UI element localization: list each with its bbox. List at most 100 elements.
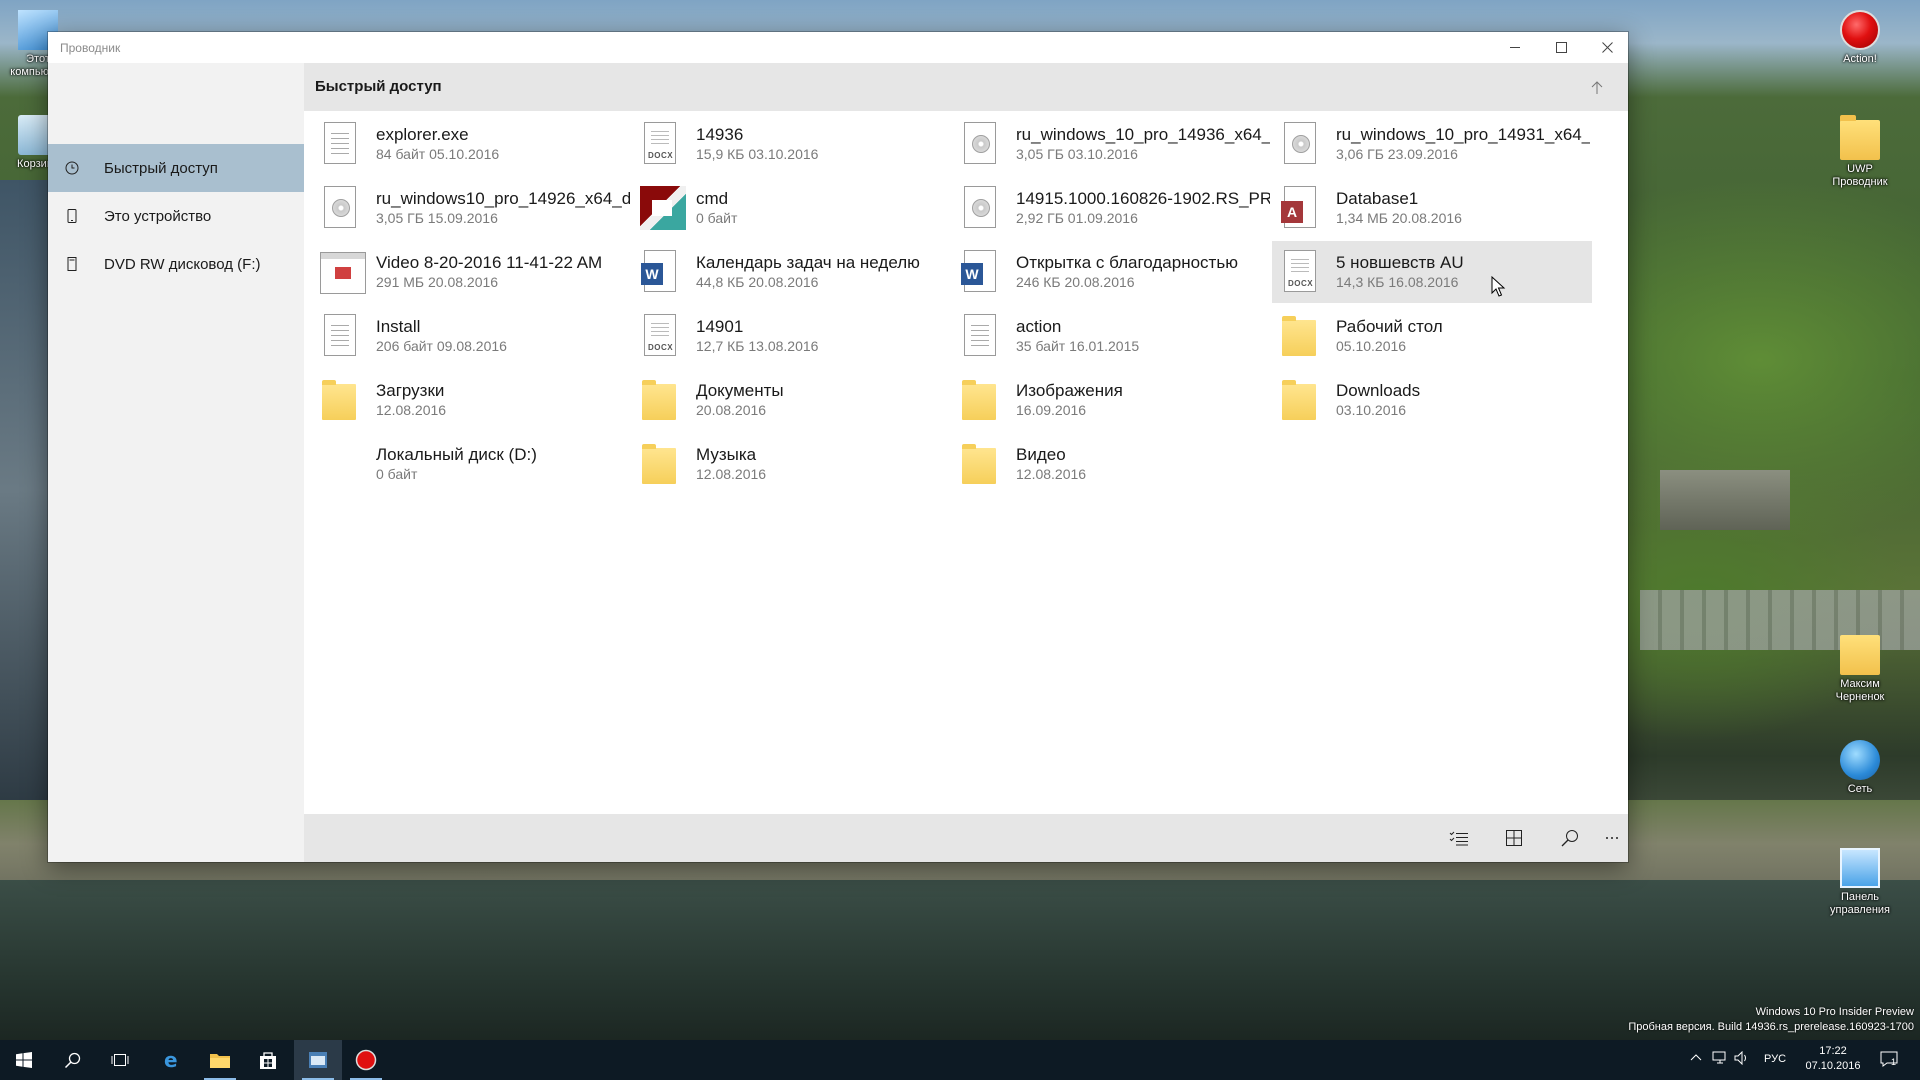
- video-file-icon: [320, 250, 366, 294]
- show-hidden-icons-button[interactable]: [1690, 1052, 1702, 1064]
- drive-icon: [320, 442, 360, 486]
- task-view-icon: [111, 1054, 129, 1066]
- window-title: Проводник: [60, 41, 121, 55]
- file-tile[interactable]: Install 206 байт 09.08.2016: [312, 305, 632, 367]
- select-mode-button[interactable]: [1443, 823, 1475, 853]
- file-meta: 2,92 ГБ 01.09.2016: [1016, 210, 1138, 226]
- desktop-icon-network[interactable]: Сеть: [1822, 740, 1898, 796]
- desktop-icon-label: Сеть: [1847, 783, 1873, 795]
- volume-tray-button[interactable]: [1734, 1050, 1750, 1068]
- file-meta: 3,05 ГБ 15.09.2016: [376, 210, 498, 226]
- maximize-icon: [1555, 42, 1567, 53]
- mouse-cursor-icon: [1491, 276, 1506, 297]
- folder-icon: [320, 378, 360, 422]
- taskbar-store-button[interactable]: [244, 1040, 292, 1080]
- up-button[interactable]: [1582, 73, 1612, 103]
- file-tile[interactable]: Локальный диск (D:) 0 байт: [312, 433, 632, 495]
- start-button[interactable]: [0, 1040, 48, 1080]
- maximize-button[interactable]: [1538, 32, 1584, 63]
- taskbar: e РУС 17:22 07.10.2016 1: [0, 1040, 1920, 1080]
- windows-logo-icon: [16, 1052, 32, 1068]
- close-button[interactable]: [1584, 32, 1630, 63]
- arrow-up-icon: [1591, 81, 1603, 94]
- docx-icon: DOCX: [640, 314, 680, 358]
- input-language-indicator[interactable]: РУС: [1764, 1053, 1786, 1065]
- sidebar-item-this-device[interactable]: Это устройство: [48, 192, 304, 240]
- file-name: explorer.exe: [376, 125, 469, 144]
- device-icon: [64, 208, 80, 224]
- taskbar-action-button[interactable]: [342, 1040, 390, 1080]
- sidebar-item-label: Это устройство: [104, 207, 212, 225]
- taskbar-search-button[interactable]: [48, 1040, 96, 1080]
- dvd-drive-icon: [64, 256, 80, 272]
- file-tile[interactable]: explorer.exe 84 байт 05.10.2016: [312, 113, 632, 175]
- file-tile[interactable]: A Database1 1,34 МБ 20.08.2016: [1272, 177, 1592, 239]
- file-tile[interactable]: DOCX 14901 12,7 КБ 13.08.2016: [632, 305, 952, 367]
- minimize-button[interactable]: [1492, 32, 1538, 63]
- file-tile[interactable]: ru_windows_10_pro_14936_x64_c 3,05 ГБ 03.…: [952, 113, 1272, 175]
- desktop-icon-control-panel[interactable]: Панель управления: [1822, 848, 1898, 917]
- file-tile[interactable]: Video 8-20-2016 11-41-22 AM 291 МБ 20.08.…: [312, 241, 632, 303]
- title-bar[interactable]: Проводник: [48, 32, 1628, 63]
- file-meta: 16.09.2016: [1016, 402, 1087, 418]
- watermark-edition: Windows 10 Pro Insider Preview: [1755, 1006, 1914, 1018]
- more-button[interactable]: [1596, 823, 1628, 853]
- file-name: ru_windows_10_pro_14931_x64_c: [1336, 125, 1590, 144]
- network-status-icon: [1712, 1051, 1726, 1064]
- desktop-icon-label: UWP Проводник: [1832, 163, 1888, 188]
- file-tile[interactable]: ru_windows_10_pro_14931_x64_c 3,06 ГБ 23.…: [1272, 113, 1592, 175]
- file-tile[interactable]: DOCX 5 новшевств AU 14,3 КБ 16.08.2016: [1272, 241, 1592, 303]
- file-name: action: [1016, 317, 1062, 336]
- desktop-icon-user-folder[interactable]: Максим Черненок: [1822, 635, 1898, 704]
- sidebar-item-quick-access[interactable]: Быстрый доступ: [48, 144, 304, 192]
- record-icon: [355, 1049, 377, 1071]
- taskbar-file-explorer-button[interactable]: [196, 1040, 244, 1080]
- file-name: Изображения: [1016, 381, 1123, 400]
- control-panel-icon: [1840, 848, 1880, 888]
- clock-button[interactable]: 17:22 07.10.2016: [1802, 1044, 1864, 1074]
- action-center-button[interactable]: 1: [1880, 1050, 1898, 1071]
- sidebar-item-dvd-drive[interactable]: DVD RW дисковод (F:): [48, 240, 304, 288]
- view-grid-button[interactable]: [1498, 823, 1530, 853]
- taskbar-edge-button[interactable]: e: [148, 1040, 196, 1080]
- file-tile[interactable]: DOCX 14936 15,9 КБ 03.10.2016: [632, 113, 952, 175]
- minimize-icon: [1510, 47, 1520, 48]
- file-tile[interactable]: Загрузки 12.08.2016: [312, 369, 632, 431]
- file-tile[interactable]: Музыка 12.08.2016: [632, 433, 952, 495]
- folder-icon: [1840, 115, 1880, 160]
- file-tile[interactable]: Документы 20.08.2016: [632, 369, 952, 431]
- file-meta: 1,34 МБ 20.08.2016: [1336, 210, 1462, 226]
- file-meta: 3,05 ГБ 03.10.2016: [1016, 146, 1138, 162]
- folder-icon: [1280, 378, 1320, 422]
- chevron-up-icon: [1690, 1054, 1702, 1061]
- file-tile[interactable]: action 35 байт 16.01.2015: [952, 305, 1272, 367]
- file-tile[interactable]: cmd 0 байт: [632, 177, 952, 239]
- sidebar-item-label: DVD RW дисковод (F:): [104, 255, 261, 273]
- file-tile[interactable]: W Открытка с благодарностью 246 КБ 20.08.…: [952, 241, 1272, 303]
- file-name: Документы: [696, 381, 784, 400]
- desktop-icon-action[interactable]: Action!: [1822, 10, 1898, 66]
- file-tile[interactable]: ru_windows10_pro_14926_x64_dv 3,05 ГБ 15.…: [312, 177, 632, 239]
- file-tile[interactable]: Рабочий стол 05.10.2016: [1272, 305, 1592, 367]
- file-tile[interactable]: W Календарь задач на неделю 44,8 КБ 20.08…: [632, 241, 952, 303]
- task-view-button[interactable]: [96, 1040, 144, 1080]
- disc-image-icon: [960, 186, 1000, 230]
- file-meta: 15,9 КБ 03.10.2016: [696, 146, 819, 162]
- word-document-icon: W: [640, 250, 680, 294]
- document-icon: [320, 314, 360, 358]
- desktop-icon-uwp-explorer[interactable]: UWP Проводник: [1822, 115, 1898, 189]
- clock-icon: [64, 160, 80, 176]
- clock-date: 07.10.2016: [1805, 1060, 1861, 1072]
- access-database-icon: A: [1280, 186, 1320, 230]
- file-tile[interactable]: 14915.1000.160826-1902.RS_PRE 2,92 ГБ 01.…: [952, 177, 1272, 239]
- network-tray-button[interactable]: [1712, 1051, 1728, 1068]
- taskbar-uwp-explorer-button[interactable]: [294, 1040, 342, 1080]
- file-meta: 35 байт 16.01.2015: [1016, 338, 1140, 354]
- search-button[interactable]: [1554, 823, 1586, 853]
- file-tile[interactable]: Видео 12.08.2016: [952, 433, 1272, 495]
- file-name: Downloads: [1336, 381, 1421, 400]
- disc-image-icon: [1280, 122, 1320, 166]
- file-meta: 14,3 КБ 16.08.2016: [1336, 274, 1459, 290]
- file-tile[interactable]: Downloads 03.10.2016: [1272, 369, 1592, 431]
- file-tile[interactable]: Изображения 16.09.2016: [952, 369, 1272, 431]
